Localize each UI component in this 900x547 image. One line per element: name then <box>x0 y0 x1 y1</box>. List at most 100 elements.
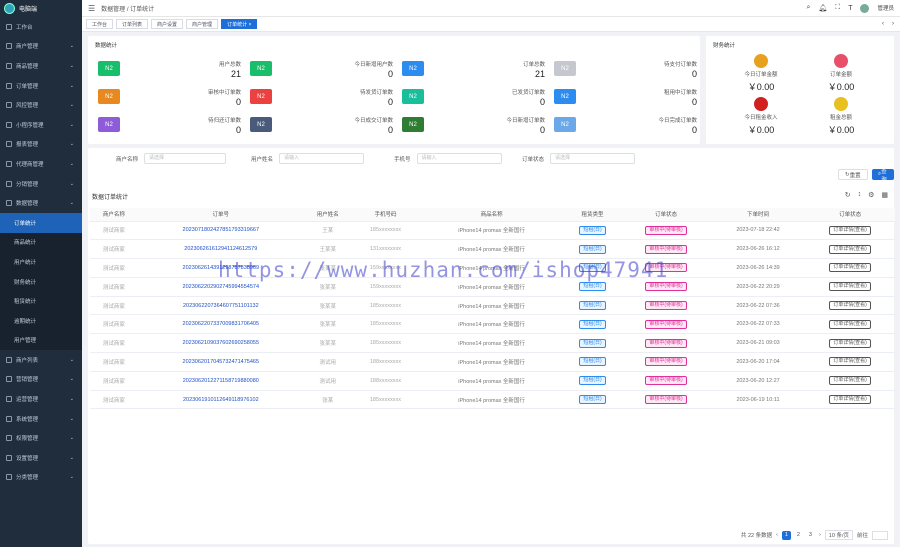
cell-act[interactable]: 订单详情(查看) <box>805 352 895 372</box>
tab-4[interactable]: 订单统计 × <box>221 19 258 29</box>
density-icon[interactable]: ↕ <box>858 191 862 199</box>
cell-order[interactable]: 2023062202902745994554574 <box>137 277 304 297</box>
sidebar-item-1[interactable]: 商户管理 ⌄ <box>0 37 82 57</box>
sidebar-item-19[interactable]: 运营管理 ⌄ <box>0 389 82 409</box>
tab-0[interactable]: 工作台 <box>86 19 114 29</box>
refresh-icon[interactable]: ↻ <box>845 191 851 199</box>
sidebar-item-23[interactable]: 分类管理 ⌄ <box>0 468 82 488</box>
table-row[interactable]: 测试商家 2023062017045732471475465 测试用 188xxxxx… <box>90 352 895 372</box>
cell-act[interactable]: 订单详情(查看) <box>805 277 895 297</box>
cell-act[interactable]: 订单详情(查看) <box>805 221 895 241</box>
cell-order[interactable]: 2023062207364607751101132 <box>137 296 304 316</box>
table-row[interactable]: 测试商家 2023062614391298787838969 张某某 159xxxxx… <box>90 258 895 278</box>
column-header[interactable]: 商品名称 <box>419 208 564 222</box>
columns-icon[interactable]: ▦ <box>881 191 888 199</box>
act-tag[interactable]: 订单详情(查看) <box>829 319 871 329</box>
cell-act[interactable]: 订单详情(查看) <box>805 371 895 391</box>
sidebar-item-14[interactable]: 租赁统计 <box>0 291 82 311</box>
column-header[interactable]: 商户名称 <box>90 208 138 222</box>
menu-toggle-icon[interactable]: ☰ <box>88 4 95 13</box>
sidebar-item-9[interactable]: 数据管理 ⌄ <box>0 193 82 213</box>
sidebar-item-16[interactable]: 用户管理 <box>0 330 82 351</box>
tab-next-icon[interactable]: › <box>892 21 894 27</box>
reset-button[interactable]: ↻ 重置 <box>838 169 868 180</box>
cell-act[interactable]: 订单详情(查看) <box>805 333 895 354</box>
act-tag[interactable]: 订单详情(查看) <box>829 244 871 254</box>
act-tag[interactable]: 订单详情(查看) <box>829 376 871 386</box>
sidebar-item-0[interactable]: 工作台 <box>0 17 82 37</box>
act-tag[interactable]: 订单详情(查看) <box>829 357 871 367</box>
act-tag[interactable]: 订单详情(查看) <box>829 301 871 311</box>
sidebar-item-8[interactable]: 分销管理 ⌄ <box>0 174 82 194</box>
act-tag[interactable]: 订单详情(查看) <box>829 282 871 292</box>
sidebar-item-13[interactable]: 财务统计 <box>0 271 82 292</box>
table-row[interactable]: 测试商家 2023062202902745994554574 张某某 159xxxxx… <box>90 277 895 297</box>
sidebar-item-15[interactable]: 逾期统计 <box>0 310 82 331</box>
cell-order[interactable]: 2023062207337009831706405 <box>137 314 304 335</box>
table-row[interactable]: 测试商家 2023062109037602690258055 张某某 185xxxxx… <box>90 333 895 354</box>
avatar[interactable] <box>860 3 870 13</box>
sidebar-item-20[interactable]: 系统管理 ⌄ <box>0 409 82 429</box>
tab-1[interactable]: 订单列表 <box>116 19 149 29</box>
act-tag[interactable]: 订单详情(查看) <box>829 263 871 273</box>
sidebar-item-3[interactable]: 订单管理 ⌄ <box>0 76 82 96</box>
sidebar-item-21[interactable]: 权限管理 ⌄ <box>0 428 82 448</box>
table-row[interactable]: 测试商家 2023062207364607751101132 张某某 185xxxxx… <box>90 296 895 316</box>
table-row[interactable]: 测试商家 2023071802427851793319667 王某 185xxxxxx… <box>90 221 895 241</box>
act-tag[interactable]: 订单详情(查看) <box>829 395 871 405</box>
bell-icon[interactable]: 🔔︎ <box>818 4 827 12</box>
cell-order[interactable]: 2023062012271158719880080 <box>137 371 304 391</box>
sidebar-item-12[interactable]: 用户统计 <box>0 252 82 272</box>
page-2[interactable]: 2 <box>794 531 803 540</box>
column-header[interactable]: 用户姓名 <box>303 208 352 222</box>
cell-act[interactable]: 订单详情(查看) <box>805 258 895 278</box>
status-select[interactable]: 请选择 <box>550 153 636 164</box>
cell-order[interactable]: 2023062017045732471475465 <box>137 352 304 372</box>
column-header[interactable]: 订单号 <box>137 208 304 222</box>
sidebar-item-7[interactable]: 代理商管理 ⌄ <box>0 154 82 174</box>
cell-act[interactable]: 订单详情(查看) <box>805 314 895 335</box>
column-header[interactable]: 下单时间 <box>710 208 806 222</box>
cell-order[interactable]: 202306261612941124612579 <box>137 239 304 260</box>
sidebar-item-18[interactable]: 营销管理 ⌄ <box>0 370 82 390</box>
tab-2[interactable]: 商户设置 <box>151 19 184 29</box>
user-name[interactable]: 管理员 <box>877 4 894 12</box>
cell-act[interactable]: 订单详情(查看) <box>805 296 895 316</box>
table-row[interactable]: 测试商家 202306261612941124612579 王某某 131xxxxxx… <box>90 239 895 260</box>
sidebar-item-22[interactable]: 设置管理 ⌄ <box>0 448 82 468</box>
cell-act[interactable]: 订单详情(查看) <box>805 390 895 410</box>
column-header[interactable]: 订单状态 <box>621 208 711 222</box>
next-page-icon[interactable]: › <box>819 532 821 538</box>
settings-icon[interactable]: ⚙ <box>868 191 874 199</box>
sidebar-item-6[interactable]: 报表管理 ⌄ <box>0 135 82 155</box>
cell-order[interactable]: 2023071802427851793319667 <box>137 221 304 241</box>
sidebar-item-11[interactable]: 商品统计 <box>0 232 82 253</box>
sidebar-item-17[interactable]: 商户列表 ⌄ <box>0 350 82 370</box>
page-size-select[interactable]: 10 条/页 <box>824 530 853 540</box>
fullscreen-icon[interactable]: ⛶ <box>835 4 840 12</box>
sidebar-item-4[interactable]: 风控管理 ⌄ <box>0 95 82 115</box>
cell-act[interactable]: 订单详情(查看) <box>805 239 895 260</box>
sidebar-item-2[interactable]: 商品管理 ⌄ <box>0 56 82 76</box>
table-row[interactable]: 测试商家 2023061910112649118976102 张某 185xxxxxx… <box>90 390 895 410</box>
tab-prev-icon[interactable]: ‹ <box>882 21 884 27</box>
sidebar-item-5[interactable]: 小程序管理 ⌄ <box>0 115 82 135</box>
page-1[interactable]: 1 <box>781 530 791 540</box>
sidebar-item-10[interactable]: 订单统计 <box>0 212 82 233</box>
search-button[interactable]: ⌕ 查询 <box>872 169 894 183</box>
column-header[interactable]: 租赁类型 <box>563 208 622 222</box>
cell-order[interactable]: 2023062614391298787838969 <box>137 258 304 278</box>
act-tag[interactable]: 订单详情(查看) <box>829 338 871 348</box>
column-header[interactable]: 手机号码 <box>351 208 420 222</box>
goto-input[interactable] <box>872 530 888 540</box>
table-row[interactable]: 测试商家 2023062012271158719880080 测试用 188xxxxx… <box>90 371 895 391</box>
shop-select[interactable]: 请选择 <box>144 153 227 164</box>
column-header[interactable]: 订单状态 <box>805 208 895 222</box>
cell-order[interactable]: 2023062109037602690258055 <box>137 333 304 354</box>
tab-3[interactable]: 商户管理 <box>186 19 219 29</box>
size-icon[interactable]: T <box>848 5 852 12</box>
table-row[interactable]: 测试商家 2023062207337009831706405 张某某 185xxxxx… <box>90 314 895 335</box>
phone-input[interactable]: 请输入 <box>416 153 502 164</box>
prev-page-icon[interactable]: ‹ <box>776 532 778 538</box>
cell-order[interactable]: 2023061910112649118976102 <box>137 390 304 410</box>
